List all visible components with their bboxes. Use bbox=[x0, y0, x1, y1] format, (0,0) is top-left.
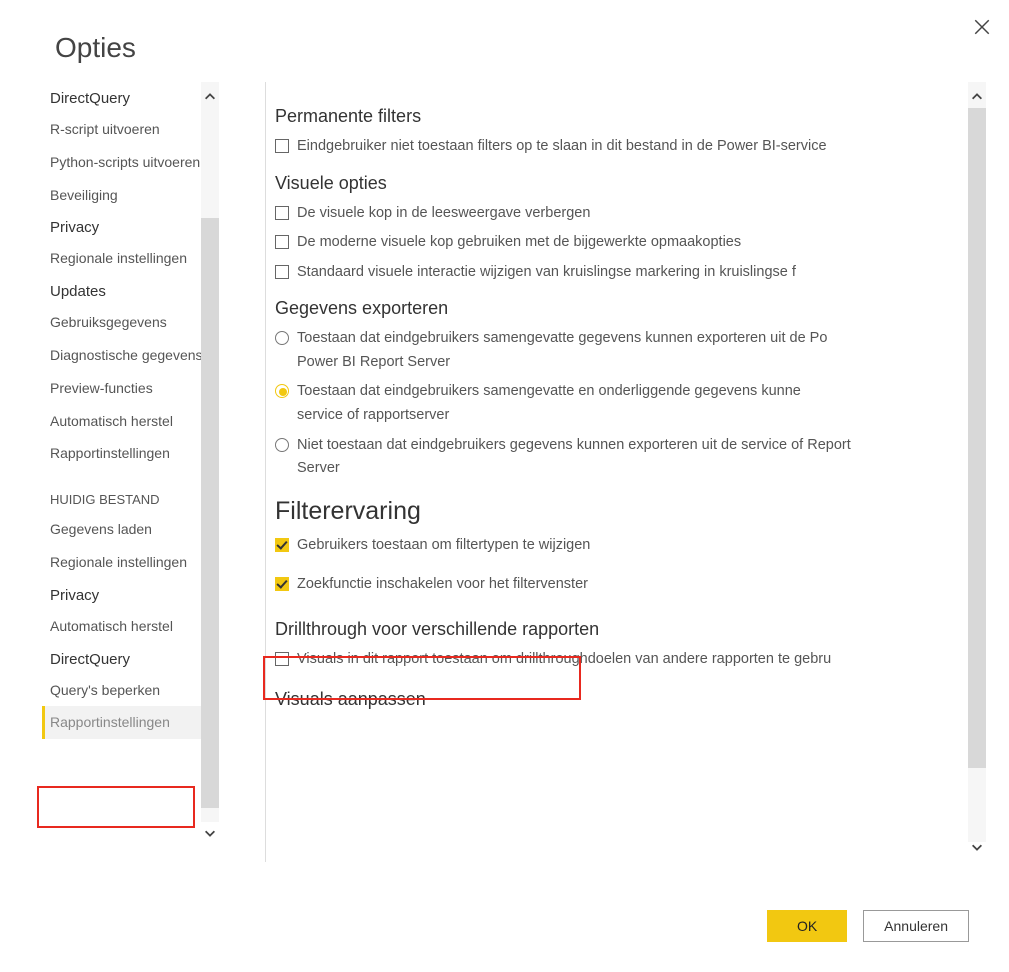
checkbox-icon-checked bbox=[275, 577, 289, 591]
radio-label-line2: service of rapportserver bbox=[297, 406, 801, 426]
radio-label-line1: Toestaan dat eindgebruikers samengevatte… bbox=[297, 383, 801, 399]
heading-filterervaring: Filterervaring bbox=[275, 497, 963, 526]
dialog-title: Opties bbox=[0, 20, 1009, 82]
radio-label-line2: Power BI Report Server bbox=[297, 353, 827, 373]
chevron-up-icon[interactable] bbox=[201, 86, 219, 108]
checkbox-modern-visual-header[interactable]: De moderne visuele kop gebruiken met de … bbox=[275, 233, 963, 253]
dialog-footer: OK Annuleren bbox=[767, 910, 969, 942]
checkbox-persistent-filters[interactable]: Eindgebruiker niet toestaan filters op t… bbox=[275, 137, 963, 157]
sidebar-item-reportsettings[interactable]: Rapportinstellingen bbox=[42, 437, 216, 470]
sidebar-header-privacy[interactable]: Privacy bbox=[42, 211, 216, 242]
radio-label-line1: Toestaan dat eindgebruikers samengevatte… bbox=[297, 330, 827, 346]
heading-visuals-aanpassen: Visuals aanpassen bbox=[275, 689, 963, 710]
radio-icon-selected bbox=[275, 384, 289, 398]
radio-label-line1: Niet toestaan dat eindgebruikers gegeven… bbox=[297, 437, 851, 453]
chevron-up-icon[interactable] bbox=[968, 86, 986, 108]
sidebar-item-reportsettings-selected[interactable]: Rapportinstellingen bbox=[42, 706, 216, 739]
content-scroll-area: Permanente filters Eindgebruiker niet to… bbox=[245, 82, 963, 842]
sidebar-section-currentfile: HUIDIG BESTAND bbox=[42, 470, 216, 513]
sidebar-item-python[interactable]: Python-scripts uitvoeren bbox=[42, 146, 216, 179]
heading-permanente-filters: Permanente filters bbox=[275, 106, 963, 127]
checkbox-label: Visuals in dit rapport toestaan om drill… bbox=[297, 650, 831, 670]
sidebar-item-regional[interactable]: Regionale instellingen bbox=[42, 242, 216, 275]
heading-drillthrough: Drillthrough voor verschillende rapporte… bbox=[275, 619, 963, 640]
checkbox-icon bbox=[275, 235, 289, 249]
sidebar-item-reducequeries[interactable]: Query's beperken bbox=[42, 674, 216, 707]
dialog-body: DirectQuery R-script uitvoeren Python-sc… bbox=[0, 82, 1009, 862]
content-scrollbar-thumb[interactable] bbox=[968, 108, 986, 768]
checkbox-label: Eindgebruiker niet toestaan filters op t… bbox=[297, 137, 827, 157]
radio-icon bbox=[275, 331, 289, 345]
close-icon[interactable] bbox=[973, 18, 991, 36]
checkbox-hide-visual-header[interactable]: De visuele kop in de leesweergave verber… bbox=[275, 204, 963, 224]
checkbox-icon bbox=[275, 139, 289, 153]
sidebar: DirectQuery R-script uitvoeren Python-sc… bbox=[0, 82, 245, 862]
radio-icon bbox=[275, 438, 289, 452]
heading-visuele-opties: Visuele opties bbox=[275, 173, 963, 194]
checkbox-icon bbox=[275, 265, 289, 279]
chevron-down-icon[interactable] bbox=[201, 822, 219, 844]
sidebar-item-diagnostic[interactable]: Diagnostische gegevens bbox=[42, 339, 216, 372]
radio-export-summarized-underlying[interactable]: Toestaan dat eindgebruikers samengevatte… bbox=[275, 382, 963, 425]
checkbox-icon-checked bbox=[275, 538, 289, 552]
sidebar-header-privacy2[interactable]: Privacy bbox=[42, 579, 216, 610]
radio-export-none[interactable]: Niet toestaan dat eindgebruikers gegeven… bbox=[275, 436, 963, 479]
sidebar-item-dataload[interactable]: Gegevens laden bbox=[42, 513, 216, 546]
sidebar-item-security[interactable]: Beveiliging bbox=[42, 179, 216, 212]
chevron-down-icon[interactable] bbox=[968, 836, 986, 858]
checkbox-enable-filter-search[interactable]: Zoekfunctie inschakelen voor het filterv… bbox=[275, 575, 963, 595]
radio-label: Toestaan dat eindgebruikers samengevatte… bbox=[297, 382, 801, 425]
sidebar-item-autorecover2[interactable]: Automatisch herstel bbox=[42, 610, 216, 643]
ok-button[interactable]: OK bbox=[767, 910, 847, 942]
checkbox-label: Standaard visuele interactie wijzigen va… bbox=[297, 263, 796, 283]
checkbox-label: Zoekfunctie inschakelen voor het filterv… bbox=[297, 575, 588, 595]
checkbox-cross-report-drillthrough[interactable]: Visuals in dit rapport toestaan om drill… bbox=[275, 650, 963, 670]
sidebar-item-autorecover[interactable]: Automatisch herstel bbox=[42, 405, 216, 438]
checkbox-label: Gebruikers toestaan om filtertypen te wi… bbox=[297, 536, 590, 556]
checkbox-icon bbox=[275, 206, 289, 220]
content-panel: Permanente filters Eindgebruiker niet to… bbox=[245, 82, 990, 862]
checkbox-default-interaction[interactable]: Standaard visuele interactie wijzigen va… bbox=[275, 263, 963, 283]
sidebar-item-preview[interactable]: Preview-functies bbox=[42, 372, 216, 405]
heading-gegevens-exporteren: Gegevens exporteren bbox=[275, 298, 963, 319]
options-dialog: Opties DirectQuery R-script uitvoeren Py… bbox=[0, 0, 1009, 972]
sidebar-header-updates[interactable]: Updates bbox=[42, 275, 216, 306]
checkbox-icon bbox=[275, 652, 289, 666]
sidebar-item-usage[interactable]: Gebruiksgegevens bbox=[42, 306, 216, 339]
radio-export-summarized[interactable]: Toestaan dat eindgebruikers samengevatte… bbox=[275, 329, 963, 372]
checkbox-label: De visuele kop in de leesweergave verber… bbox=[297, 204, 590, 224]
sidebar-item-regional2[interactable]: Regionale instellingen bbox=[42, 546, 216, 579]
cancel-button[interactable]: Annuleren bbox=[863, 910, 969, 942]
sidebar-header-directquery[interactable]: DirectQuery bbox=[42, 82, 216, 113]
sidebar-item-rscript[interactable]: R-script uitvoeren bbox=[42, 113, 216, 146]
checkbox-label: De moderne visuele kop gebruiken met de … bbox=[297, 233, 741, 253]
radio-label-line2: Server bbox=[297, 459, 851, 479]
sidebar-list: DirectQuery R-script uitvoeren Python-sc… bbox=[42, 82, 216, 822]
radio-label: Niet toestaan dat eindgebruikers gegeven… bbox=[297, 436, 851, 479]
sidebar-scrollbar-thumb[interactable] bbox=[201, 218, 219, 808]
sidebar-header-directquery2[interactable]: DirectQuery bbox=[42, 643, 216, 674]
checkbox-allow-filter-type-change[interactable]: Gebruikers toestaan om filtertypen te wi… bbox=[275, 536, 963, 556]
radio-label: Toestaan dat eindgebruikers samengevatte… bbox=[297, 329, 827, 372]
